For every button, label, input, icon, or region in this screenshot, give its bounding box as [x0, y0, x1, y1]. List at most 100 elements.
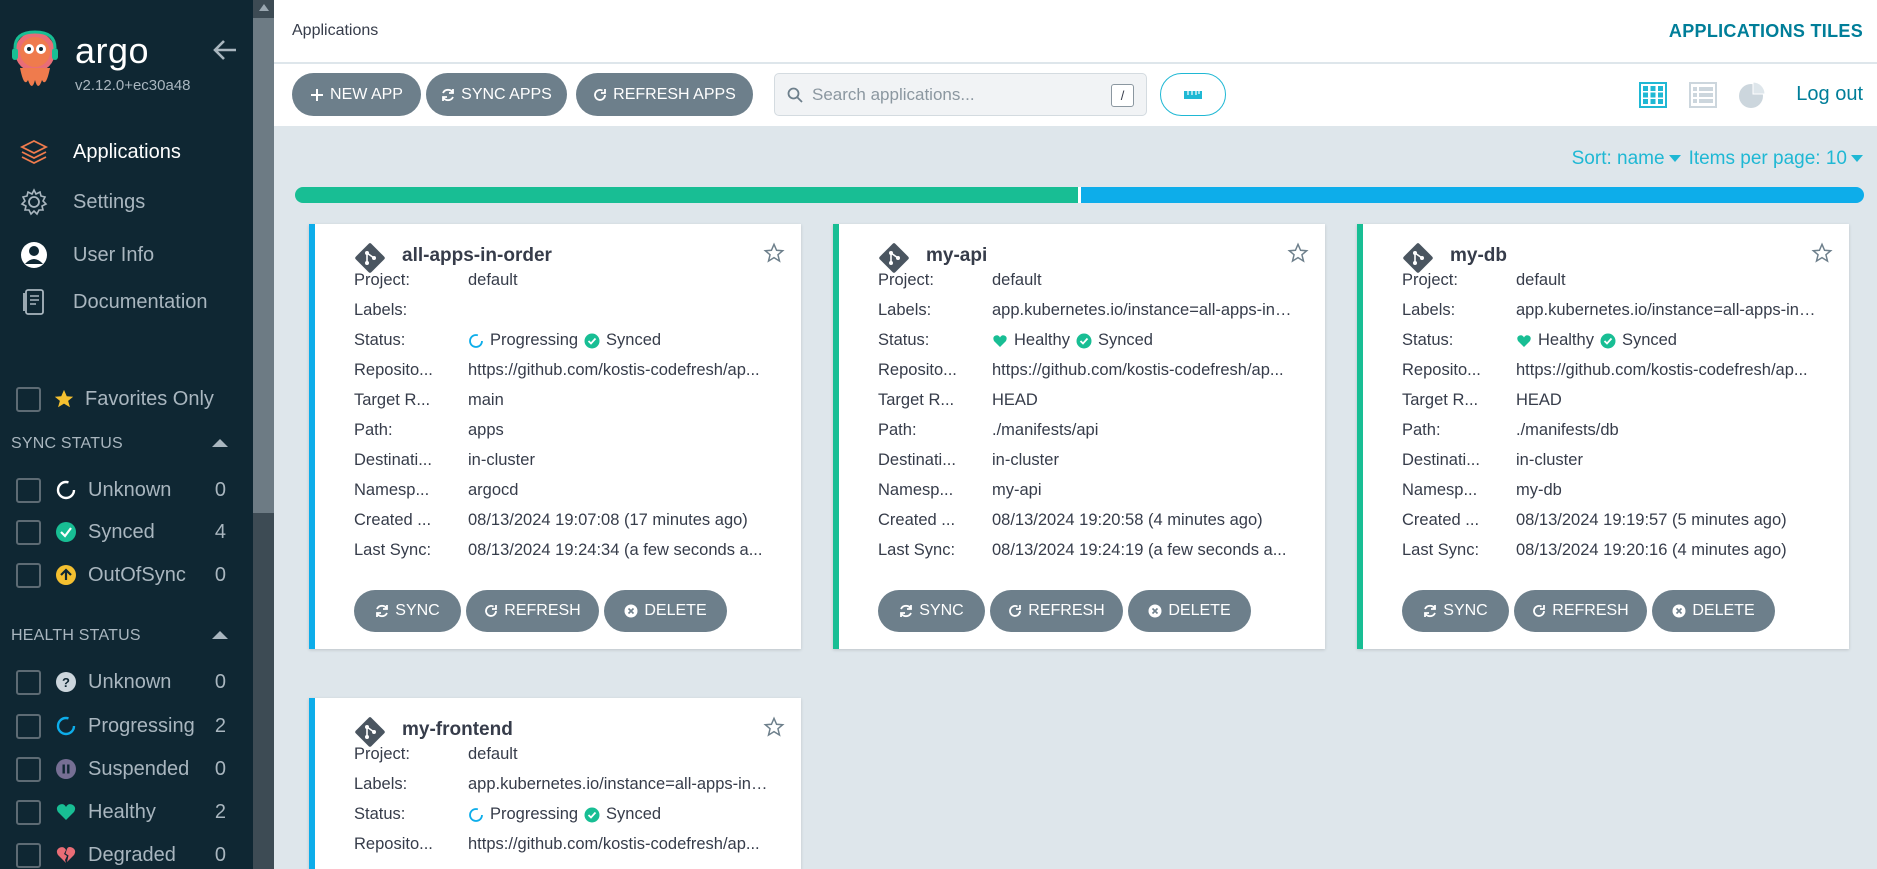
sort-controls: Sort: name Items per page: 10	[1572, 148, 1863, 170]
checkbox[interactable]	[16, 842, 41, 868]
app-name[interactable]: all-apps-in-order	[402, 245, 552, 267]
field-value: ./manifests/db	[1516, 421, 1619, 439]
scroll-up-arrow-icon[interactable]	[259, 4, 269, 11]
button-label: REFRESH APPS	[613, 85, 736, 103]
filter-sync-unknown[interactable]: Unknown 0	[16, 475, 226, 505]
top-bar: Applications APPLICATIONS TILES	[274, 0, 1877, 63]
field-value: my-api	[992, 481, 1042, 499]
filter-health-progressing[interactable]: Progressing 2	[16, 711, 226, 741]
sidebar-scrollbar[interactable]	[253, 0, 274, 869]
sort-dropdown[interactable]: Sort: name	[1572, 148, 1681, 170]
checkbox[interactable]	[16, 519, 41, 545]
field-label: Last Sync:	[878, 541, 956, 559]
application-card[interactable]: my-db Project: default Labels: app.kubernete…	[1357, 224, 1849, 649]
field-label: Destinati...	[878, 451, 956, 469]
nav-label: Applications	[73, 140, 181, 163]
progressing-segment	[1081, 187, 1864, 203]
checkbox[interactable]	[16, 713, 41, 739]
filter-health-healthy[interactable]: Healthy 2	[16, 797, 226, 827]
search-input[interactable]	[812, 82, 1092, 108]
git-icon	[1403, 243, 1433, 273]
shortcut-hint: /	[1111, 84, 1134, 107]
checkbox[interactable]	[16, 799, 41, 825]
refresh-button[interactable]: REFRESH	[990, 590, 1123, 632]
delete-button[interactable]: DELETE	[1128, 590, 1251, 632]
nav-user-info[interactable]: User Info	[0, 233, 253, 277]
scrollbar-thumb[interactable]	[253, 18, 274, 513]
field-label: Project:	[354, 271, 410, 289]
sync-icon	[376, 604, 389, 618]
new-app-button[interactable]: NEW APP	[292, 73, 421, 116]
sync-apps-button[interactable]: SYNC APPS	[426, 73, 567, 116]
field-value: 08/13/2024 19:20:16 (4 minutes ago)	[1516, 541, 1787, 559]
app-name[interactable]: my-api	[926, 245, 987, 267]
app-name[interactable]: my-frontend	[402, 719, 513, 741]
field-label: Labels:	[354, 775, 408, 793]
refresh-apps-button[interactable]: REFRESH APPS	[576, 73, 753, 116]
health-status-title: HEALTH STATUS	[11, 627, 141, 644]
toolbar: NEW APP SYNC APPS REFRESH APPS / Log out	[274, 64, 1877, 126]
nav-applications[interactable]: Applications	[0, 130, 253, 174]
items-per-page-dropdown[interactable]: Items per page: 10	[1689, 148, 1863, 170]
collapse-caret-icon[interactable]	[212, 631, 228, 639]
refresh-button[interactable]: REFRESH	[466, 590, 599, 632]
git-icon	[879, 243, 909, 273]
sync-button[interactable]: SYNC	[1402, 590, 1509, 632]
filter-sync-synced[interactable]: Synced 4	[16, 517, 226, 547]
field-value: app.kubernetes.io/instance=all-apps-in-.…	[992, 301, 1294, 319]
pie-chart-view-icon[interactable]	[1737, 80, 1767, 110]
star-outline-icon[interactable]	[1811, 242, 1833, 264]
field-value: in-cluster	[468, 451, 535, 469]
field-label: Destinati...	[354, 451, 432, 469]
filter-label: Suspended	[88, 757, 190, 780]
star-outline-icon[interactable]	[1287, 242, 1309, 264]
brand-name: argo	[75, 30, 150, 71]
delete-button[interactable]: DELETE	[604, 590, 727, 632]
redo-icon	[1533, 605, 1546, 617]
heart-icon	[56, 804, 76, 820]
field-value: argocd	[468, 481, 519, 499]
delete-button[interactable]: DELETE	[1652, 590, 1775, 632]
sync-button[interactable]: SYNC	[878, 590, 985, 632]
field-label: Status:	[1402, 331, 1454, 349]
filter-health-suspended[interactable]: Suspended 0	[16, 754, 226, 784]
collapse-sidebar-icon[interactable]	[212, 38, 238, 62]
checkbox[interactable]	[16, 562, 41, 588]
field-value: main	[468, 391, 504, 409]
nav-settings[interactable]: Settings	[0, 180, 253, 224]
collapse-caret-icon[interactable]	[212, 439, 228, 447]
refresh-button[interactable]: REFRESH	[1514, 590, 1647, 632]
star-outline-icon[interactable]	[763, 716, 785, 738]
field-label: Last Sync:	[1402, 541, 1480, 559]
checkbox[interactable]	[16, 756, 41, 782]
field-label: Target R...	[1402, 391, 1479, 409]
search-icon	[787, 87, 803, 103]
app-name[interactable]: my-db	[1450, 245, 1507, 267]
pause-circle-icon	[56, 759, 76, 779]
sidebar: argo v2.12.0+ec30a48 Applications Settin…	[0, 0, 274, 869]
health-status-text: Healthy	[1538, 331, 1594, 349]
filter-health-degraded[interactable]: Degraded 0	[16, 840, 226, 869]
filter-health-unknown[interactable]: ? Unknown 0	[16, 667, 226, 697]
nav-documentation[interactable]: Documentation	[0, 280, 253, 324]
logout-link[interactable]: Log out	[1796, 83, 1863, 106]
favorites-only-filter[interactable]: Favorites Only	[16, 384, 253, 414]
checkbox[interactable]	[16, 477, 41, 503]
checkbox[interactable]	[16, 669, 41, 695]
field-value: 08/13/2024 19:24:34 (a few seconds a...	[468, 541, 763, 559]
application-card[interactable]: all-apps-in-order Project: default Labels: S…	[309, 224, 801, 649]
field-label: Last Sync:	[354, 541, 432, 559]
favorites-checkbox[interactable]	[16, 386, 41, 412]
filter-sync-outofsync[interactable]: OutOfSync 0	[16, 560, 226, 590]
filter-toggle-button[interactable]	[1160, 73, 1226, 116]
breadcrumb[interactable]: Applications	[292, 22, 378, 40]
list-view-icon[interactable]	[1688, 80, 1718, 110]
application-card[interactable]: my-frontend Project: default Labels: app.kub…	[309, 698, 801, 869]
tiles-view-icon[interactable]	[1638, 80, 1668, 110]
search-box[interactable]: /	[774, 73, 1147, 116]
star-outline-icon[interactable]	[763, 242, 785, 264]
application-card[interactable]: my-api Project: default Labels: app.kubernet…	[833, 224, 1325, 649]
sync-button[interactable]: SYNC	[354, 590, 461, 632]
redo-icon	[1009, 605, 1022, 617]
filter-label: Degraded	[88, 843, 176, 866]
